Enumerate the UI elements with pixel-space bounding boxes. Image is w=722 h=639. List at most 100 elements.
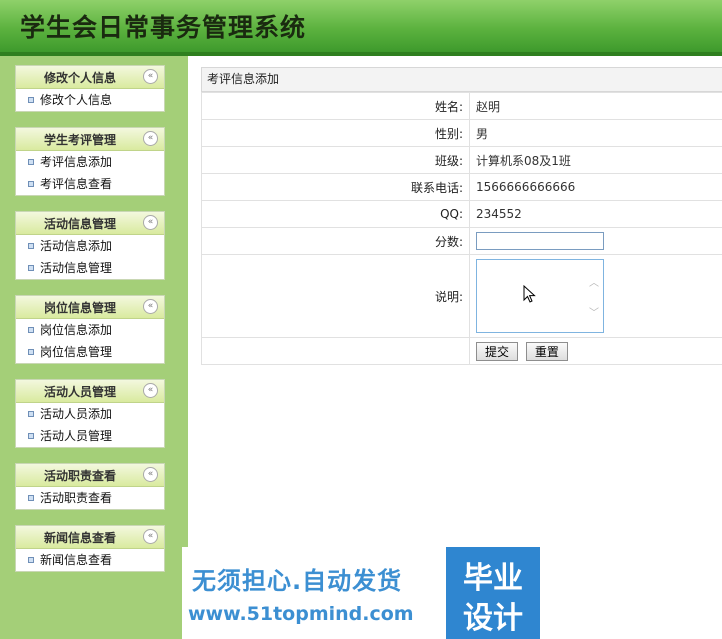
sidebar-item-label: 新闻信息查看 bbox=[40, 553, 113, 567]
scroll-down-icon[interactable]: ﹀ bbox=[589, 304, 599, 319]
sidebar-item-label: 考评信息添加 bbox=[40, 155, 113, 169]
menu-section-evaluation: 学生考评管理 « 考评信息添加 考评信息查看 bbox=[15, 127, 165, 196]
menu-section-title: 活动职责查看 bbox=[43, 469, 116, 483]
score-label: 分数: bbox=[201, 227, 470, 255]
menu-section-header[interactable]: 学生考评管理 « bbox=[16, 128, 164, 151]
sidebar-item-evaluation-view[interactable]: 考评信息查看 bbox=[16, 173, 164, 195]
actions-label-cell bbox=[201, 337, 470, 365]
sidebar-item-activity-manage[interactable]: 活动信息管理 bbox=[16, 257, 164, 279]
app-header: 学生会日常事务管理系统 bbox=[0, 0, 722, 52]
bullet-icon bbox=[28, 495, 34, 501]
sidebar-item-position-add[interactable]: 岗位信息添加 bbox=[16, 319, 164, 341]
menu-section-title: 岗位信息管理 bbox=[43, 301, 116, 315]
phone-label: 联系电话: bbox=[201, 173, 470, 201]
menu-section-header[interactable]: 新闻信息查看 « bbox=[16, 526, 164, 549]
submit-button[interactable]: 提交 bbox=[476, 341, 519, 361]
sidebar-item-label: 岗位信息添加 bbox=[40, 323, 113, 337]
note-label: 说明: bbox=[201, 254, 470, 338]
menu-section-header[interactable]: 活动职责查看 « bbox=[16, 464, 164, 487]
phone-value: 1566666666666 bbox=[469, 173, 722, 201]
sidebar: 修改个人信息 « 修改个人信息 学生考评管理 « 考评信息添加 考评信息查看 活… bbox=[0, 56, 188, 639]
menu-section-title: 新闻信息查看 bbox=[43, 531, 116, 545]
sidebar-item-edit-profile[interactable]: 修改个人信息 bbox=[16, 89, 164, 111]
sidebar-item-label: 活动信息添加 bbox=[40, 239, 113, 253]
form-row-name: 姓名: 赵明 bbox=[201, 92, 722, 120]
sidebar-item-label: 活动职责查看 bbox=[40, 491, 113, 505]
scroll-up-icon[interactable]: ︿ bbox=[589, 274, 599, 289]
form-row-gender: 性别: 男 bbox=[201, 119, 722, 147]
name-label: 姓名: bbox=[201, 92, 470, 120]
menu-section-header[interactable]: 活动人员管理 « bbox=[16, 380, 164, 403]
form-title: 考评信息添加 bbox=[201, 67, 722, 92]
collapse-icon[interactable]: « bbox=[143, 467, 158, 482]
evaluation-form: 考评信息添加 姓名: 赵明 性别: 男 班级: 计算机系08及1班 联系电话: … bbox=[201, 67, 722, 365]
score-input[interactable] bbox=[476, 232, 604, 250]
menu-section-profile: 修改个人信息 « 修改个人信息 bbox=[15, 65, 165, 112]
collapse-icon[interactable]: « bbox=[143, 383, 158, 398]
sidebar-item-label: 修改个人信息 bbox=[40, 93, 113, 107]
menu-section-header[interactable]: 岗位信息管理 « bbox=[16, 296, 164, 319]
form-row-class: 班级: 计算机系08及1班 bbox=[201, 146, 722, 174]
menu-section-duty: 活动职责查看 « 活动职责查看 bbox=[15, 463, 165, 510]
menu-section-header[interactable]: 修改个人信息 « bbox=[16, 66, 164, 89]
mouse-cursor-icon bbox=[523, 285, 536, 303]
menu-section-header[interactable]: 活动信息管理 « bbox=[16, 212, 164, 235]
collapse-icon[interactable]: « bbox=[143, 299, 158, 314]
qq-label: QQ: bbox=[201, 200, 470, 228]
sidebar-item-evaluation-add[interactable]: 考评信息添加 bbox=[16, 151, 164, 173]
watermark-badge-line1: 毕业 bbox=[463, 561, 523, 596]
sidebar-item-label: 活动人员管理 bbox=[40, 429, 113, 443]
sidebar-item-staff-add[interactable]: 活动人员添加 bbox=[16, 403, 164, 425]
menu-section-title: 活动信息管理 bbox=[43, 217, 116, 231]
form-row-phone: 联系电话: 1566666666666 bbox=[201, 173, 722, 201]
form-row-note: 说明: ︿ ﹀ bbox=[201, 254, 722, 338]
sidebar-item-label: 活动人员添加 bbox=[40, 407, 113, 421]
name-value: 赵明 bbox=[469, 92, 722, 120]
collapse-icon[interactable]: « bbox=[143, 529, 158, 544]
bullet-icon bbox=[28, 557, 34, 563]
gender-label: 性别: bbox=[201, 119, 470, 147]
gender-value: 男 bbox=[469, 119, 722, 147]
bullet-icon bbox=[28, 433, 34, 439]
menu-section-title: 活动人员管理 bbox=[43, 385, 116, 399]
collapse-icon[interactable]: « bbox=[143, 131, 158, 146]
class-value: 计算机系08及1班 bbox=[469, 146, 722, 174]
qq-value: 234552 bbox=[469, 200, 722, 228]
note-cell: ︿ ﹀ bbox=[469, 254, 722, 338]
menu-section-activity: 活动信息管理 « 活动信息添加 活动信息管理 bbox=[15, 211, 165, 280]
bullet-icon bbox=[28, 97, 34, 103]
note-textarea[interactable]: ︿ ﹀ bbox=[476, 259, 604, 333]
sidebar-item-position-manage[interactable]: 岗位信息管理 bbox=[16, 341, 164, 363]
menu-section-staff: 活动人员管理 « 活动人员添加 活动人员管理 bbox=[15, 379, 165, 448]
form-row-qq: QQ: 234552 bbox=[201, 200, 722, 228]
bullet-icon bbox=[28, 243, 34, 249]
watermark-slogan: 无须担心.自动发货 bbox=[192, 567, 403, 595]
sidebar-item-label: 活动信息管理 bbox=[40, 261, 113, 275]
watermark-badge: 毕业 设计 bbox=[446, 547, 540, 639]
menu-section-title: 学生考评管理 bbox=[43, 133, 116, 147]
sidebar-item-label: 岗位信息管理 bbox=[40, 345, 113, 359]
collapse-icon[interactable]: « bbox=[143, 215, 158, 230]
sidebar-item-staff-manage[interactable]: 活动人员管理 bbox=[16, 425, 164, 447]
watermark-left: 无须担心.自动发货 www.51topmind.com bbox=[182, 547, 442, 639]
actions-cell: 提交 重置 bbox=[469, 337, 722, 365]
bullet-icon bbox=[28, 349, 34, 355]
score-cell bbox=[469, 227, 722, 255]
reset-button[interactable]: 重置 bbox=[525, 341, 568, 361]
bullet-icon bbox=[28, 327, 34, 333]
form-row-score: 分数: bbox=[201, 227, 722, 255]
bullet-icon bbox=[28, 181, 34, 187]
bullet-icon bbox=[28, 265, 34, 271]
class-label: 班级: bbox=[201, 146, 470, 174]
sidebar-item-duty-view[interactable]: 活动职责查看 bbox=[16, 487, 164, 509]
watermark-banner: 无须担心.自动发货 www.51topmind.com 毕业 设计 bbox=[182, 547, 540, 639]
collapse-icon[interactable]: « bbox=[143, 69, 158, 84]
bullet-icon bbox=[28, 159, 34, 165]
sidebar-item-activity-add[interactable]: 活动信息添加 bbox=[16, 235, 164, 257]
menu-section-title: 修改个人信息 bbox=[43, 71, 116, 85]
sidebar-item-label: 考评信息查看 bbox=[40, 177, 113, 191]
sidebar-item-news-view[interactable]: 新闻信息查看 bbox=[16, 549, 164, 571]
app-title: 学生会日常事务管理系统 bbox=[20, 13, 307, 42]
menu-section-news: 新闻信息查看 « 新闻信息查看 bbox=[15, 525, 165, 572]
menu-section-position: 岗位信息管理 « 岗位信息添加 岗位信息管理 bbox=[15, 295, 165, 364]
